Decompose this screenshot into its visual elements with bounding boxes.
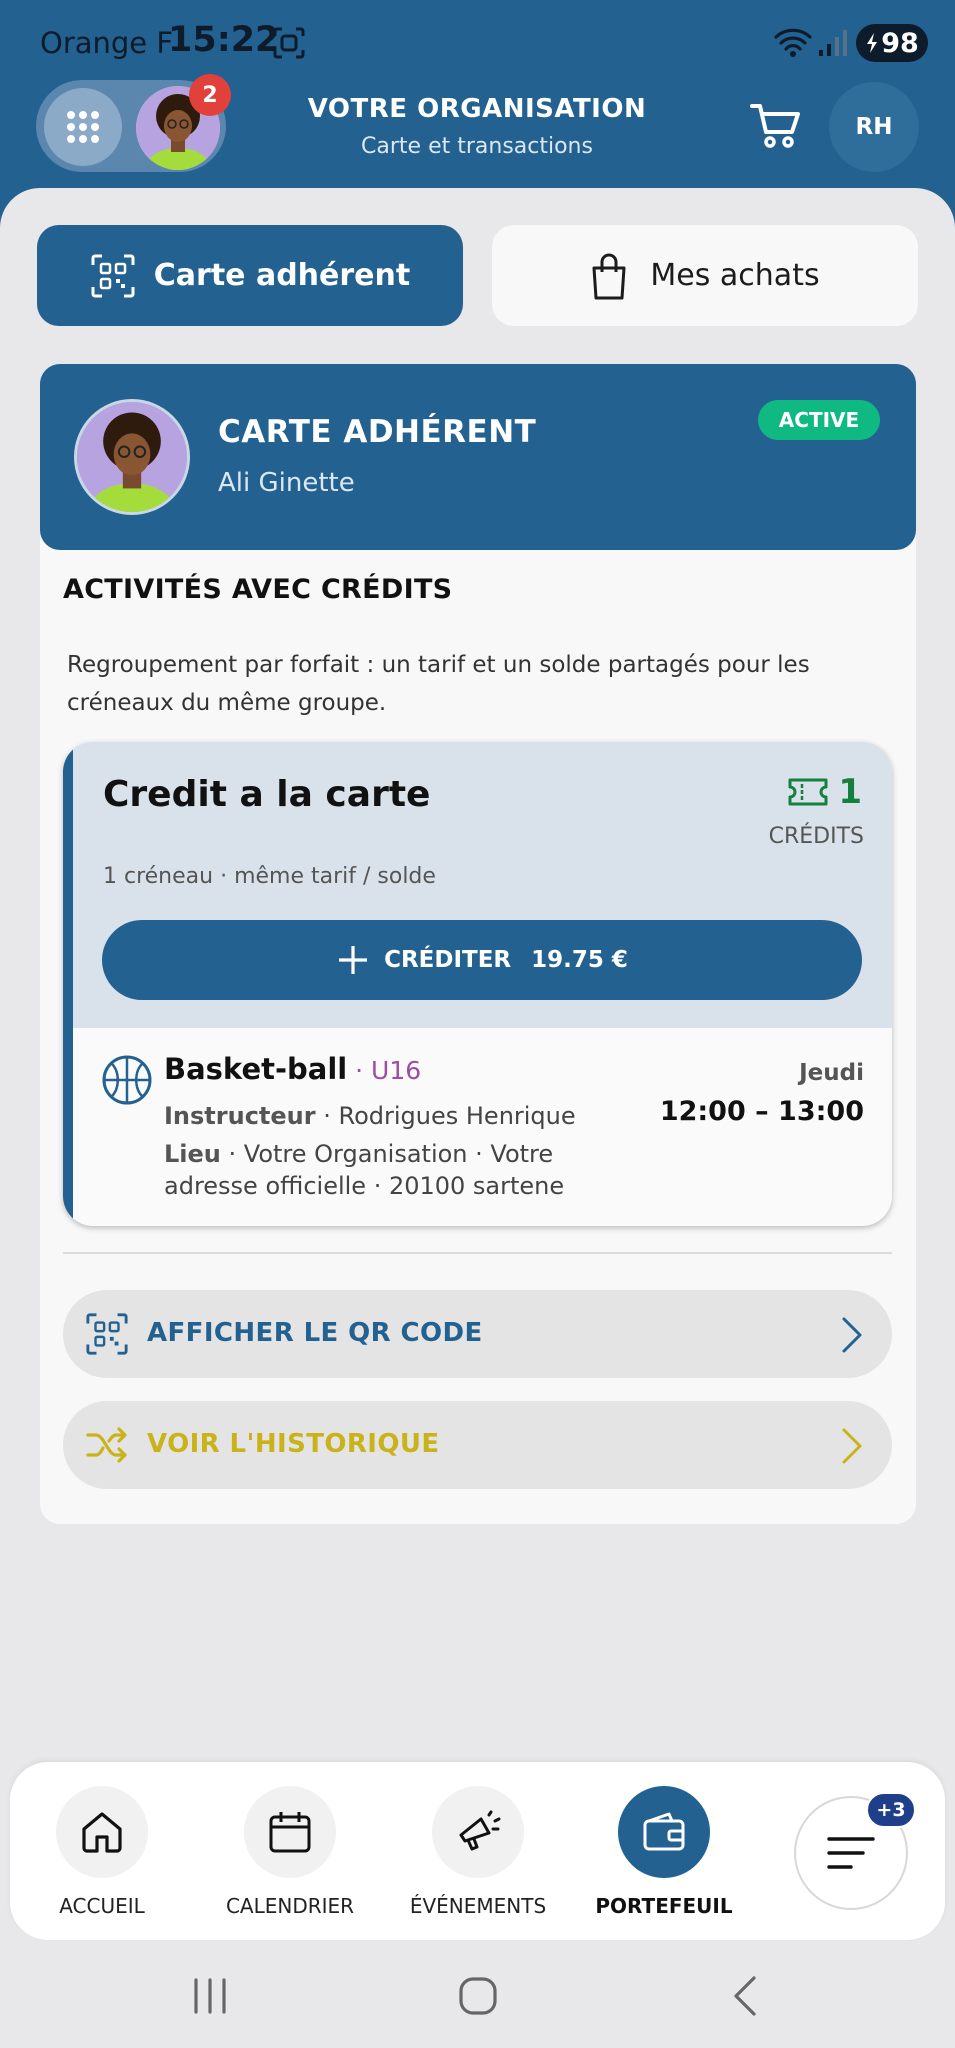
slot-time: 12:00 – 13:00 — [659, 1096, 864, 1127]
cart-icon — [750, 104, 800, 148]
view-history-button[interactable]: VOIR L'HISTORIQUE — [63, 1401, 892, 1489]
status-time: 15:22 — [168, 20, 280, 60]
credit-package-card: Credit a la carte 1 CRÉDITS 1 créneau · … — [63, 742, 892, 1226]
divider — [63, 1252, 892, 1254]
slot-instructor-label: Instructeur — [164, 1102, 316, 1130]
tab-achats-label: Mes achats — [650, 258, 820, 293]
chevron-right-icon — [840, 1427, 864, 1469]
status-bar: Orange F 15:22 98 — [0, 0, 955, 86]
basketball-icon — [101, 1054, 153, 1110]
shuffle-icon — [85, 1423, 129, 1471]
slot-activity: Basket-ball · U16 — [164, 1052, 421, 1086]
back-icon[interactable] — [730, 1974, 760, 2022]
grid-icon — [67, 111, 99, 143]
credit-accent-stripe — [63, 742, 73, 1226]
page-title: VOTRE ORGANISATION — [307, 94, 647, 124]
profile-initials-button[interactable]: RH — [829, 82, 919, 172]
crediter-button[interactable]: CRÉDITER 19.75 € — [102, 920, 862, 1000]
plus-icon — [339, 946, 368, 974]
calendar-icon — [269, 1812, 311, 1853]
nav-calendrier-circle — [244, 1786, 336, 1878]
slot-level: · U16 — [347, 1056, 422, 1085]
carrier-name: Orange F — [40, 26, 174, 60]
nav-evenements-circle — [432, 1786, 524, 1878]
slot-place-label: Lieu — [164, 1140, 221, 1168]
shopping-bag-icon — [592, 253, 626, 299]
slot-day: Jeudi — [799, 1060, 864, 1086]
nav-accueil-circle — [56, 1786, 148, 1878]
system-navigation-bar — [0, 1950, 955, 2048]
member-card-title: CARTE ADHÉRENT — [218, 414, 537, 450]
member-name: Ali Ginette — [218, 468, 355, 498]
nav-calendrier-label: CALENDRIER — [225, 1894, 355, 1918]
cart-button[interactable] — [750, 102, 802, 154]
recent-apps-icon[interactable] — [190, 1976, 230, 2020]
megaphone-icon — [459, 1810, 501, 1851]
apps-grid-button[interactable] — [44, 88, 122, 166]
slot-activity-name: Basket-ball — [164, 1052, 348, 1086]
tab-mes-achats[interactable]: Mes achats — [492, 225, 918, 326]
notification-badge: 2 — [189, 74, 231, 116]
slot-place-value: · Votre Organisation · Votre adresse off… — [164, 1140, 565, 1200]
qr-code-icon — [85, 1312, 129, 1360]
nav-portefeuil-circle — [618, 1786, 710, 1878]
home-icon — [82, 1812, 122, 1853]
slot-instructor: Instructeur · Rodrigues Henrique — [164, 1100, 644, 1132]
nav-item-portefeuil[interactable]: PORTEFEUIL — [584, 1786, 744, 1918]
view-history-label: VOIR L'HISTORIQUE — [147, 1429, 440, 1459]
wallet-icon — [643, 1812, 685, 1851]
home-button-icon[interactable] — [458, 1976, 498, 2020]
battery-level: 98 — [881, 27, 919, 59]
status-badge: ACTIVE — [758, 400, 880, 440]
credit-count-value: 1 — [838, 772, 862, 812]
screen-record-icon — [272, 26, 306, 64]
more-count-badge: +3 — [866, 1792, 916, 1828]
wifi-icon — [774, 26, 812, 62]
battery-indicator: 98 — [856, 24, 928, 62]
slot-place: Lieu · Votre Organisation · Votre adress… — [164, 1138, 644, 1202]
tab-carte-label: Carte adhérent — [153, 258, 411, 293]
nav-accueil-label: ACCUEIL — [59, 1894, 145, 1918]
slot-instructor-value: · Rodrigues Henrique — [315, 1102, 576, 1130]
show-qr-code-button[interactable]: AFFICHER LE QR CODE — [63, 1290, 892, 1378]
section-title: ACTIVITÉS AVEC CRÉDITS — [63, 574, 453, 605]
chevron-right-icon — [840, 1316, 864, 1358]
tab-carte-adherent[interactable]: Carte adhérent — [37, 225, 463, 326]
credit-count: 1 — [788, 772, 862, 812]
credit-unit: CRÉDITS — [768, 824, 864, 849]
ticket-icon — [788, 778, 828, 806]
qr-code-icon — [91, 254, 135, 297]
nav-item-accueil[interactable]: ACCUEIL — [22, 1786, 182, 1918]
show-qr-code-label: AFFICHER LE QR CODE — [147, 1318, 483, 1348]
credit-info: 1 créneau · même tarif / solde — [103, 864, 436, 889]
section-description: Regroupement par forfait : un tarif et u… — [67, 652, 810, 716]
crediter-label: CRÉDITER — [384, 947, 512, 973]
menu-icon — [827, 1837, 875, 1869]
nav-portefeuil-label: PORTEFEUIL — [595, 1894, 733, 1918]
page-subtitle: Carte et transactions — [361, 134, 593, 159]
nav-evenements-label: ÉVÉNEMENTS — [409, 1894, 547, 1918]
nav-item-evenements[interactable]: ÉVÉNEMENTS — [398, 1786, 558, 1918]
signal-icon — [818, 28, 848, 62]
crediter-price: 19.75 € — [531, 947, 628, 973]
member-avatar — [74, 399, 190, 515]
credit-package-name: Credit a la carte — [103, 774, 431, 815]
nav-item-calendrier[interactable]: CALENDRIER — [210, 1786, 370, 1918]
